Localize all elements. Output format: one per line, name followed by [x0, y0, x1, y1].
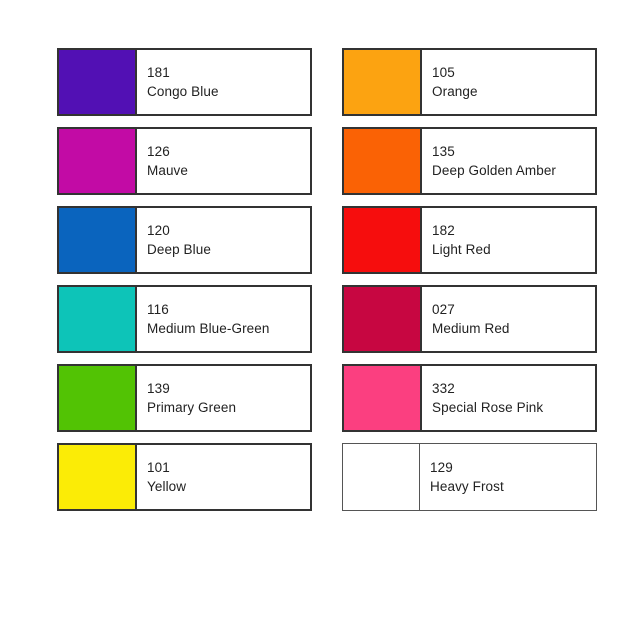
swatch-info: 139 Primary Green: [135, 366, 310, 430]
swatch-name: Orange: [432, 84, 478, 99]
color-chip: [344, 208, 420, 272]
swatch-name: Congo Blue: [147, 84, 219, 99]
swatch-info: 129 Heavy Frost: [420, 444, 596, 510]
color-chip: [344, 366, 420, 430]
swatch-code: 126: [147, 144, 170, 159]
left-column: 181 Congo Blue 126 Mauve 120 Deep Blue 116 Medi…: [57, 48, 312, 511]
swatch-info: 027 Medium Red: [420, 287, 595, 351]
swatch-card[interactable]: 181 Congo Blue: [57, 48, 312, 116]
swatch-card[interactable]: 139 Primary Green: [57, 364, 312, 432]
color-chip: [343, 444, 420, 510]
swatch-name: Primary Green: [147, 400, 237, 415]
swatch-info: 101 Yellow: [135, 445, 310, 509]
swatch-code: 116: [147, 302, 169, 317]
swatch-code: 129: [430, 460, 453, 475]
swatch-name: Deep Blue: [147, 242, 211, 257]
swatch-info: 126 Mauve: [135, 129, 310, 193]
color-chip: [59, 208, 135, 272]
swatch-info: 105 Orange: [420, 50, 595, 114]
swatch-card[interactable]: 120 Deep Blue: [57, 206, 312, 274]
color-chip: [59, 366, 135, 430]
swatch-name: Yellow: [147, 479, 187, 494]
swatch-code: 120: [147, 223, 170, 238]
swatch-info: 116 Medium Blue-Green: [135, 287, 310, 351]
swatch-columns: 181 Congo Blue 126 Mauve 120 Deep Blue 116 Medi…: [57, 48, 597, 511]
swatch-code: 182: [432, 223, 455, 238]
swatch-name: Medium Blue-Green: [147, 321, 270, 336]
swatch-code: 181: [147, 65, 170, 80]
swatch-name: Special Rose Pink: [432, 400, 544, 415]
right-column: 105 Orange 135 Deep Golden Amber 182 Light Re…: [342, 48, 597, 511]
swatch-name: Light Red: [432, 242, 491, 257]
color-chip: [344, 287, 420, 351]
color-chip: [59, 129, 135, 193]
color-swatch-sheet: 181 Congo Blue 126 Mauve 120 Deep Blue 116 Medi…: [0, 0, 640, 640]
swatch-card[interactable]: 332 Special Rose Pink: [342, 364, 597, 432]
swatch-card[interactable]: 027 Medium Red: [342, 285, 597, 353]
swatch-code: 027: [432, 302, 455, 317]
swatch-info: 332 Special Rose Pink: [420, 366, 595, 430]
color-chip: [344, 129, 420, 193]
swatch-name: Heavy Frost: [430, 479, 504, 494]
swatch-name: Deep Golden Amber: [432, 163, 557, 178]
swatch-card[interactable]: 116 Medium Blue-Green: [57, 285, 312, 353]
swatch-info: 182 Light Red: [420, 208, 595, 272]
color-chip: [59, 445, 135, 509]
swatch-info: 135 Deep Golden Amber: [420, 129, 595, 193]
swatch-card[interactable]: 105 Orange: [342, 48, 597, 116]
color-chip: [59, 50, 135, 114]
swatch-code: 139: [147, 381, 170, 396]
swatch-card[interactable]: 135 Deep Golden Amber: [342, 127, 597, 195]
color-chip: [59, 287, 135, 351]
color-chip: [344, 50, 420, 114]
swatch-card[interactable]: 182 Light Red: [342, 206, 597, 274]
swatch-card[interactable]: 126 Mauve: [57, 127, 312, 195]
swatch-code: 101: [147, 460, 170, 475]
swatch-info: 120 Deep Blue: [135, 208, 310, 272]
swatch-name: Mauve: [147, 163, 189, 178]
swatch-name: Medium Red: [432, 321, 510, 336]
swatch-card[interactable]: 129 Heavy Frost: [342, 443, 597, 511]
swatch-card[interactable]: 101 Yellow: [57, 443, 312, 511]
swatch-info: 181 Congo Blue: [135, 50, 310, 114]
swatch-code: 332: [432, 381, 455, 396]
swatch-code: 135: [432, 144, 455, 159]
swatch-code: 105: [432, 65, 455, 80]
